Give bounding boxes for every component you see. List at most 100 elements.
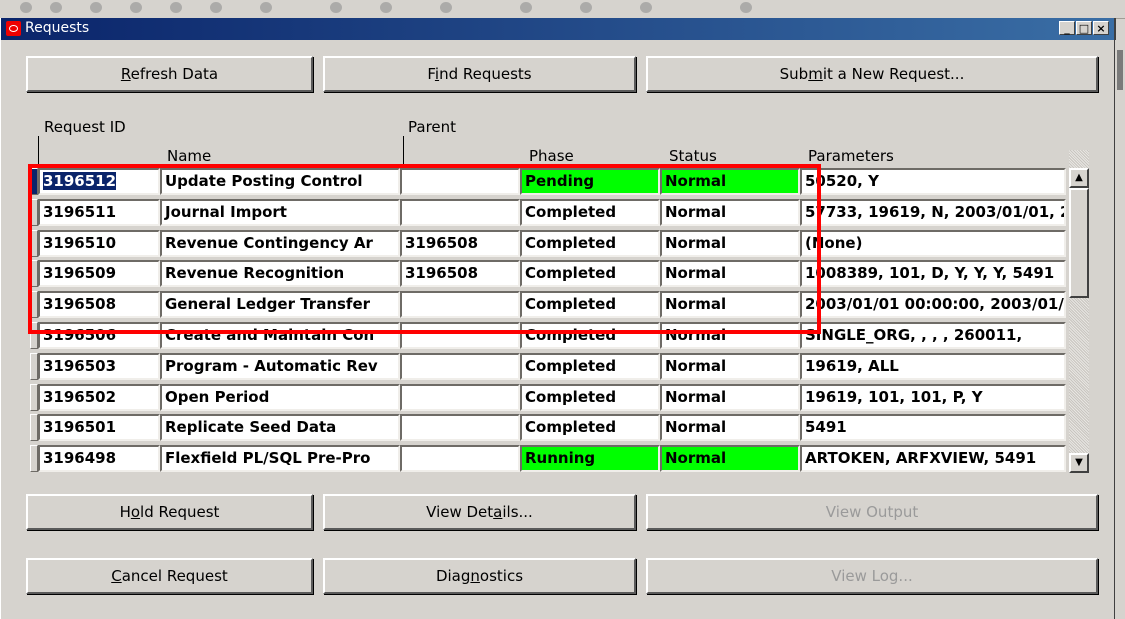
toolbar-icon[interactable]	[130, 2, 142, 13]
parameters-cell[interactable]: SINGLE_ORG, , , , 260011,	[800, 322, 1066, 349]
toolbar-icon[interactable]	[90, 2, 102, 13]
phase-cell[interactable]: Completed	[520, 414, 660, 441]
parameters-cell[interactable]: 50520, Y	[800, 168, 1066, 195]
parent-cell[interactable]	[400, 414, 520, 441]
parameters-cell[interactable]: 57733, 19619, N, 2003/01/01, 2	[800, 199, 1066, 226]
row-selector[interactable]	[30, 445, 38, 472]
diagnostics-button[interactable]: Diagnostics	[323, 558, 636, 594]
row-selector[interactable]	[30, 414, 38, 441]
scroll-thumb[interactable]	[1069, 188, 1089, 298]
name-cell[interactable]: Journal Import	[160, 199, 400, 226]
name-cell[interactable]: Revenue Recognition	[160, 260, 400, 287]
refresh-data-button[interactable]: Refresh Data	[26, 56, 313, 92]
parameters-cell[interactable]: 19619, ALL	[800, 353, 1066, 380]
scroll-down-icon[interactable]: ▼	[1069, 453, 1089, 473]
window-title-bar[interactable]: Requests _ □ ×	[1, 18, 1114, 40]
request-id-cell[interactable]: 3196510	[38, 230, 160, 257]
hold-request-button[interactable]: Hold Request	[26, 494, 313, 530]
status-cell[interactable]: Normal	[660, 414, 800, 441]
phase-cell[interactable]: Completed	[520, 199, 660, 226]
status-cell[interactable]: Normal	[660, 322, 800, 349]
phase-cell[interactable]: Running	[520, 445, 660, 472]
request-id-cell[interactable]: 3196511	[38, 199, 160, 226]
toolbar-icon[interactable]	[580, 2, 592, 13]
outer-scrollbar[interactable]	[1115, 40, 1125, 619]
submit-new-request-button[interactable]: Submit a New Request...	[646, 56, 1098, 92]
toolbar-icon[interactable]	[50, 2, 62, 13]
phase-cell[interactable]: Completed	[520, 230, 660, 257]
parent-cell[interactable]	[400, 291, 520, 318]
toolbar-icon[interactable]	[170, 2, 182, 13]
parent-cell[interactable]: 3196508	[400, 260, 520, 287]
toolbar-icon[interactable]	[520, 2, 532, 13]
minimize-icon[interactable]: _	[1059, 21, 1075, 35]
toolbar-icon[interactable]	[740, 2, 752, 13]
name-cell[interactable]: Open Period	[160, 384, 400, 411]
status-cell[interactable]: Normal	[660, 291, 800, 318]
request-id-cell[interactable]: 3196498	[38, 445, 160, 472]
row-selector[interactable]	[30, 322, 38, 349]
cancel-request-button[interactable]: Cancel Request	[26, 558, 313, 594]
status-cell[interactable]: Normal	[660, 445, 800, 472]
phase-cell[interactable]: Completed	[520, 322, 660, 349]
row-selector[interactable]	[30, 384, 38, 411]
toolbar-icon[interactable]	[210, 2, 222, 13]
view-details-button[interactable]: View Details...	[323, 494, 636, 530]
parameters-cell[interactable]: (None)	[800, 230, 1066, 257]
parent-cell[interactable]	[400, 445, 520, 472]
parameters-cell[interactable]: 1008389, 101, D, Y, Y, Y, 5491	[800, 260, 1066, 287]
phase-cell[interactable]: Completed	[520, 291, 660, 318]
close-icon[interactable]: ×	[1093, 21, 1109, 35]
row-selector[interactable]	[30, 199, 38, 226]
status-cell[interactable]: Normal	[660, 353, 800, 380]
parent-cell[interactable]	[400, 199, 520, 226]
name-cell[interactable]: Flexfield PL/SQL Pre-Pro	[160, 445, 400, 472]
request-id-cell[interactable]: 3196502	[38, 384, 160, 411]
toolbar-icon[interactable]	[330, 2, 342, 13]
row-selector[interactable]	[30, 230, 38, 257]
toolbar-icon[interactable]	[440, 2, 452, 13]
parent-cell[interactable]	[400, 168, 520, 195]
parent-cell[interactable]: 3196508	[400, 230, 520, 257]
view-output-button[interactable]: View Output	[646, 494, 1098, 530]
find-requests-button[interactable]: Find Requests	[323, 56, 636, 92]
parent-cell[interactable]	[400, 322, 520, 349]
phase-cell[interactable]: Completed	[520, 353, 660, 380]
name-cell[interactable]: Replicate Seed Data	[160, 414, 400, 441]
parameters-cell[interactable]: 5491	[800, 414, 1066, 441]
parameters-cell[interactable]: 2003/01/01 00:00:00, 2003/01/	[800, 291, 1066, 318]
request-id-cell[interactable]: 3196508	[38, 291, 160, 318]
scroll-up-icon[interactable]: ▲	[1069, 168, 1089, 188]
name-cell[interactable]: Revenue Contingency Ar	[160, 230, 400, 257]
status-cell[interactable]: Normal	[660, 260, 800, 287]
toolbar-icon[interactable]	[260, 2, 272, 13]
phase-cell[interactable]: Completed	[520, 384, 660, 411]
name-cell[interactable]: Program - Automatic Rev	[160, 353, 400, 380]
name-cell[interactable]: Create and Maintain Con	[160, 322, 400, 349]
status-cell[interactable]: Normal	[660, 230, 800, 257]
phase-cell[interactable]: Pending	[520, 168, 660, 195]
toolbar-icon[interactable]	[640, 2, 652, 13]
parameters-cell[interactable]: 19619, 101, 101, P, Y	[800, 384, 1066, 411]
view-log-button[interactable]: View Log...	[646, 558, 1098, 594]
request-id-cell[interactable]: 3196509	[38, 260, 160, 287]
name-cell[interactable]: Update Posting Control	[160, 168, 400, 195]
vertical-scrollbar[interactable]: ▲ ▼	[1069, 150, 1089, 473]
request-id-cell[interactable]: 3196506	[38, 322, 160, 349]
status-cell[interactable]: Normal	[660, 199, 800, 226]
row-selector[interactable]	[30, 260, 38, 287]
row-selector[interactable]	[30, 291, 38, 318]
row-selector[interactable]	[30, 353, 38, 380]
toolbar-icon[interactable]	[380, 2, 392, 13]
row-selector[interactable]	[30, 168, 38, 195]
request-id-cell[interactable]: 3196512	[38, 168, 160, 195]
status-cell[interactable]: Normal	[660, 384, 800, 411]
parent-cell[interactable]	[400, 384, 520, 411]
name-cell[interactable]: General Ledger Transfer	[160, 291, 400, 318]
parent-cell[interactable]	[400, 353, 520, 380]
phase-cell[interactable]: Completed	[520, 260, 660, 287]
status-cell[interactable]: Normal	[660, 168, 800, 195]
request-id-cell[interactable]: 3196503	[38, 353, 160, 380]
request-id-cell[interactable]: 3196501	[38, 414, 160, 441]
parameters-cell[interactable]: ARTOKEN, ARFXVIEW, 5491	[800, 445, 1066, 472]
